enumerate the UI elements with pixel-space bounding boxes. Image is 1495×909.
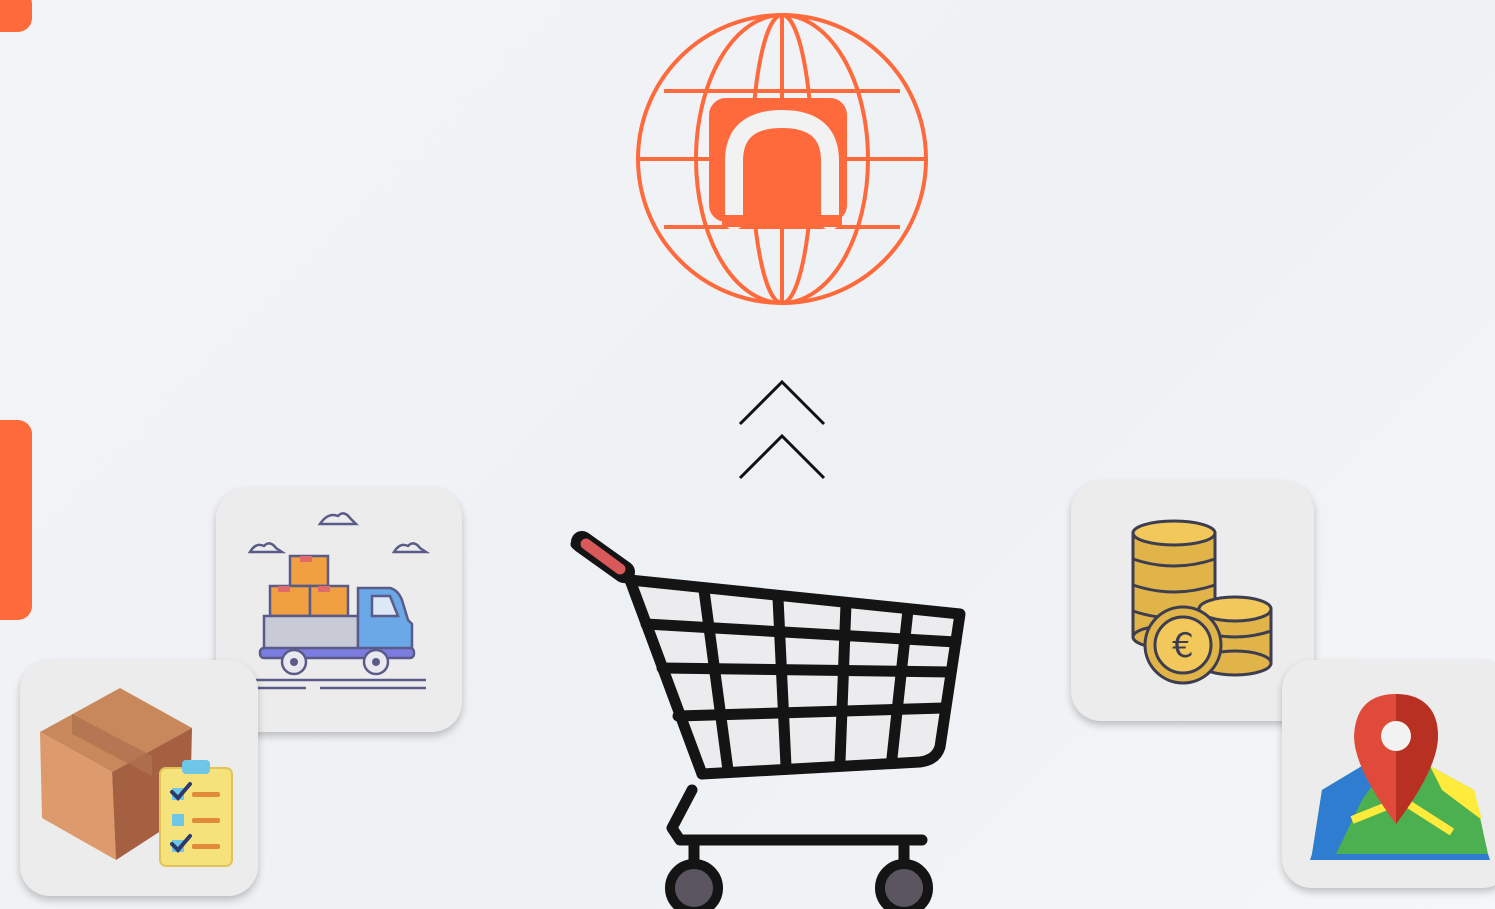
- shopping-cart-icon: [570, 531, 966, 909]
- package-checklist-card: [20, 660, 258, 896]
- svg-text:€: €: [1172, 626, 1194, 666]
- euro-coins-card: €: [1071, 481, 1314, 721]
- accent-bar-top: [0, 0, 32, 32]
- package-checklist-icon: [40, 688, 233, 867]
- map-pin-icon: [1310, 694, 1490, 860]
- euro-coins-icon: €: [1131, 519, 1273, 685]
- map-pin-card: [1282, 660, 1495, 888]
- double-chevron-up-icon: [738, 379, 826, 480]
- globe-brand-logo-icon: [636, 13, 928, 305]
- accent-bar-side: [0, 420, 32, 620]
